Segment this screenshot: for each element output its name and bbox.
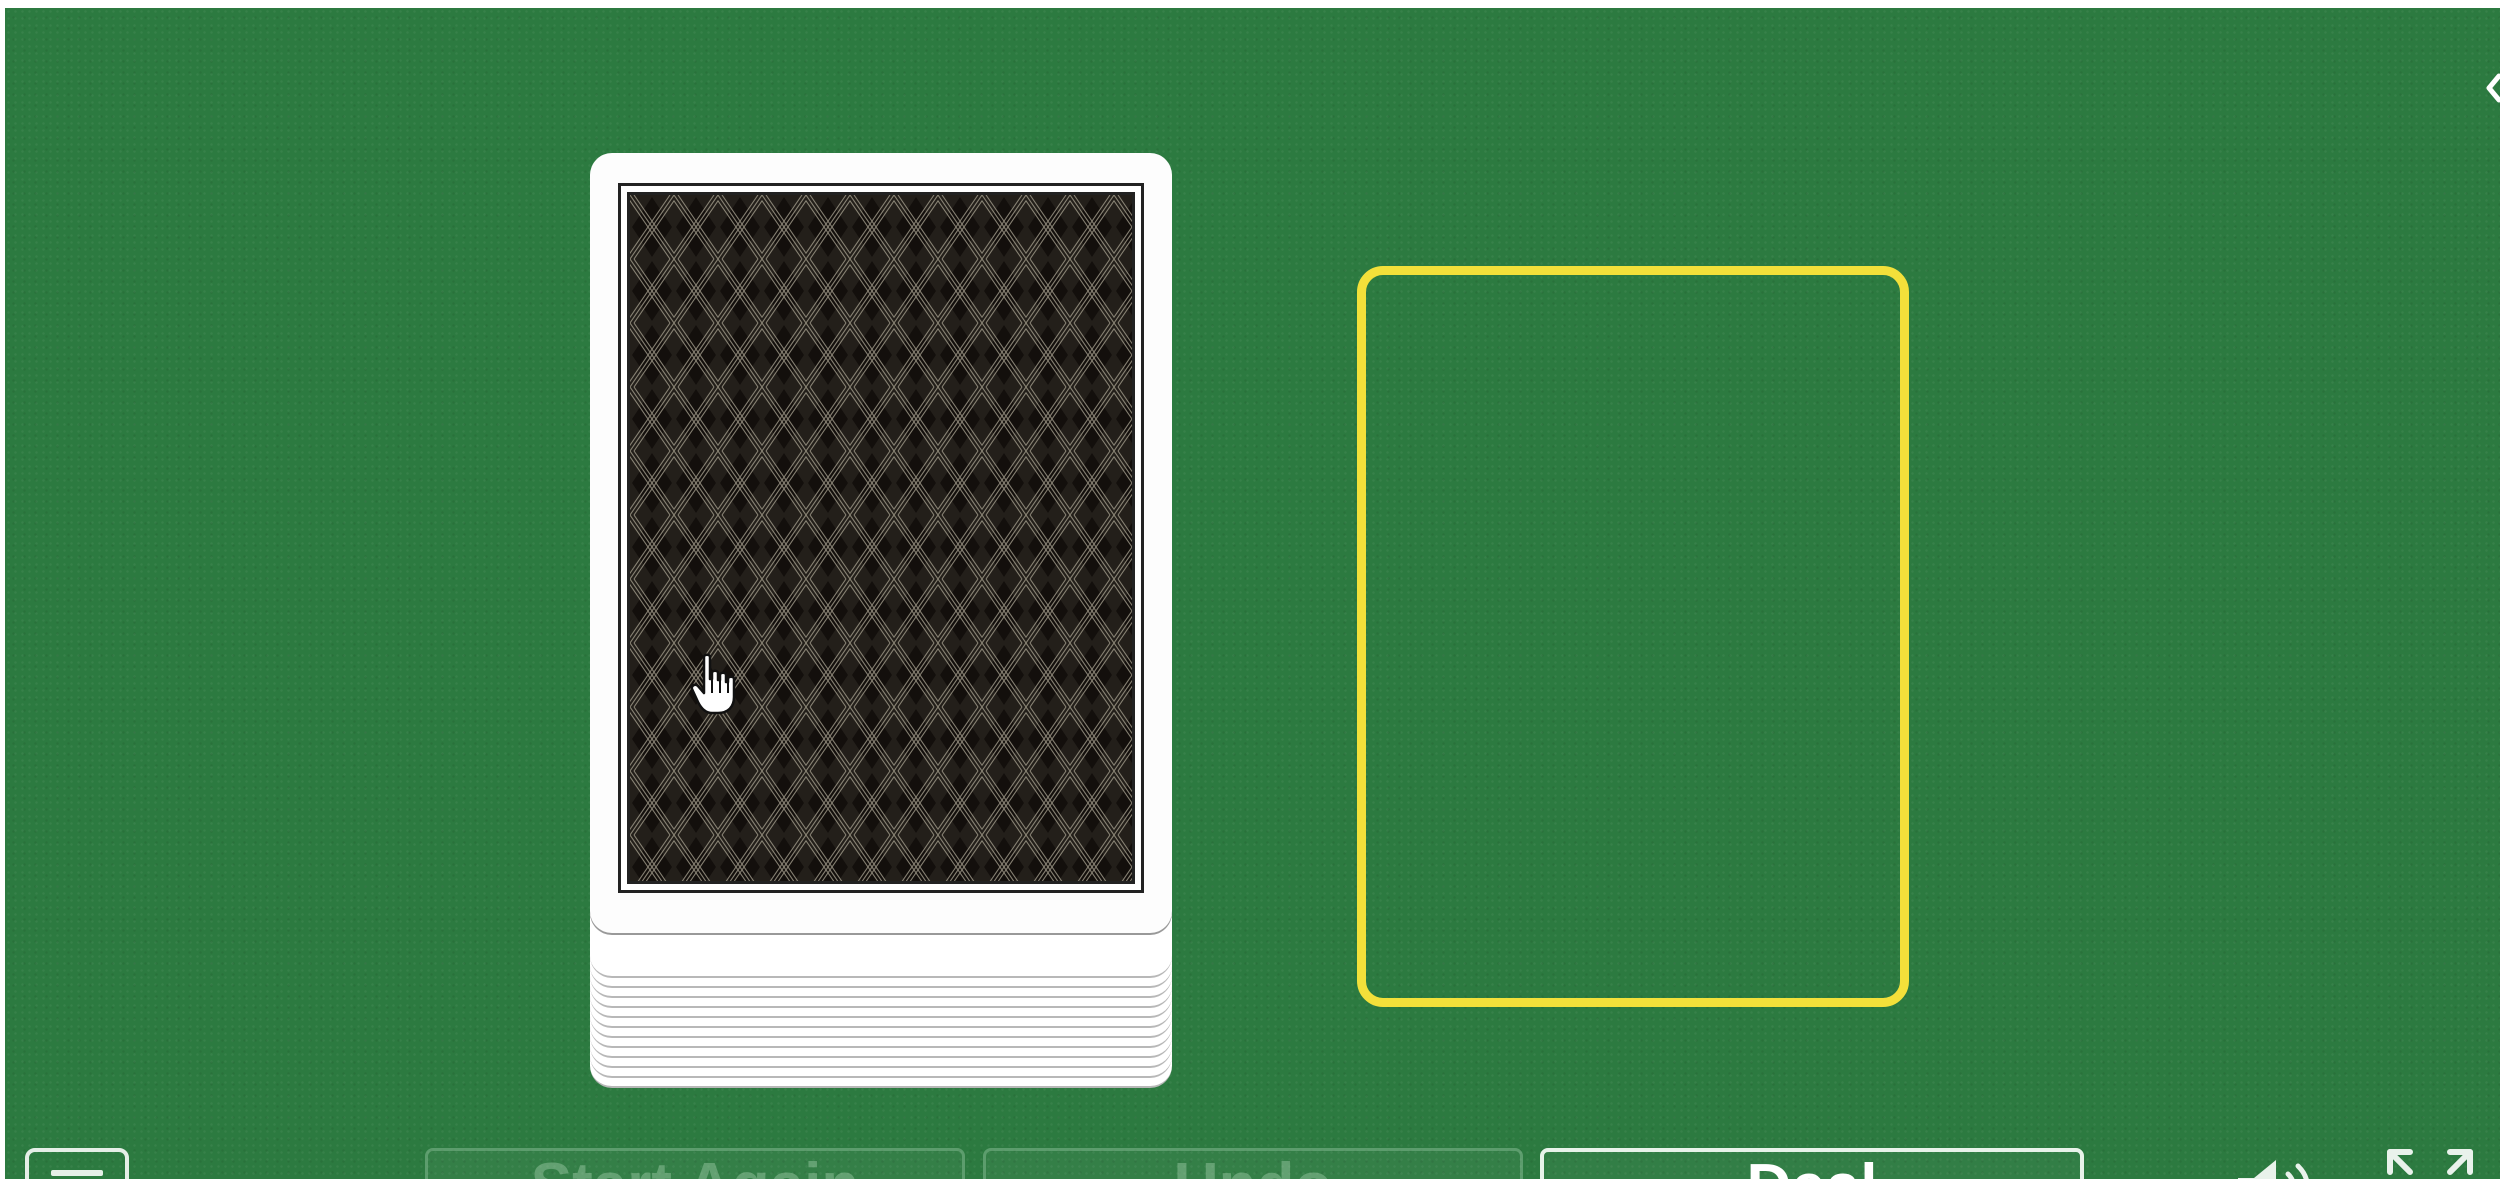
card-back bbox=[618, 183, 1144, 893]
deal-button[interactable]: Deal bbox=[1540, 1148, 2084, 1179]
card-back-pattern bbox=[627, 192, 1135, 884]
fullscreen-icon[interactable] bbox=[2380, 1138, 2480, 1179]
undo-button[interactable]: Undo bbox=[983, 1148, 1523, 1179]
stock-pile[interactable] bbox=[590, 153, 1172, 1088]
speaker-icon[interactable] bbox=[2230, 1148, 2330, 1179]
top-card[interactable] bbox=[590, 153, 1172, 933]
chevron-left-icon[interactable] bbox=[2483, 68, 2500, 108]
game-table: Start Again Undo Deal bbox=[5, 8, 2500, 1179]
menu-button[interactable] bbox=[25, 1148, 129, 1179]
empty-foundation-slot[interactable] bbox=[1357, 266, 1909, 1007]
start-again-button[interactable]: Start Again bbox=[425, 1148, 965, 1179]
